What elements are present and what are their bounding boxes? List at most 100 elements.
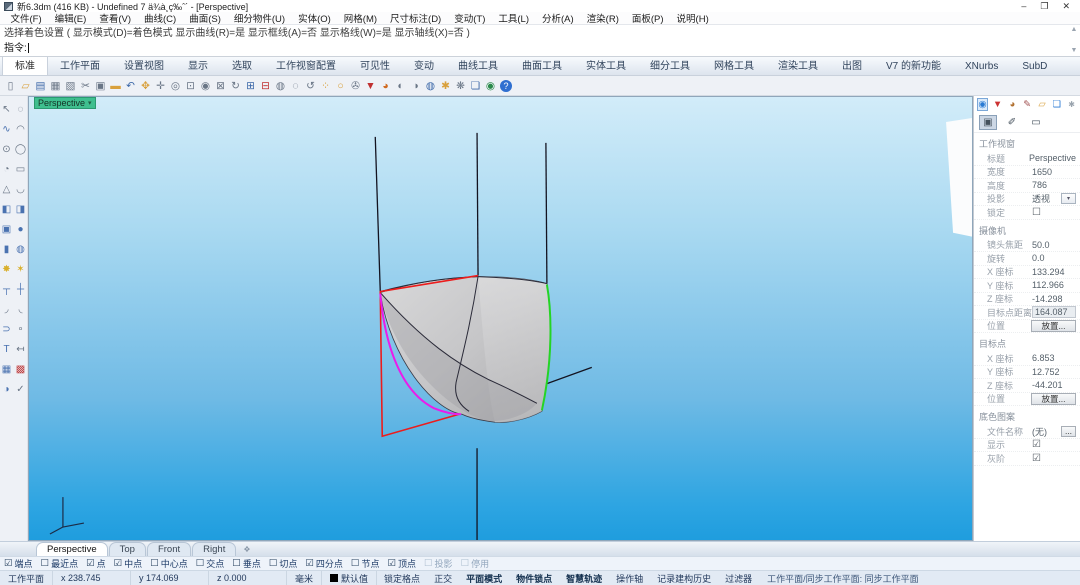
toggle-ortho[interactable]: 正交: [427, 572, 459, 585]
viewport-tab-menu-icon[interactable]: ❖: [243, 545, 250, 554]
target-place-button[interactable]: 放置...: [1031, 393, 1076, 405]
frame-subtab-icon[interactable]: ▭: [1027, 115, 1045, 130]
osnap-perp-checkbox[interactable]: ☐: [232, 558, 241, 569]
display-link-subtab-icon[interactable]: ✐: [1003, 115, 1021, 130]
undo-icon[interactable]: ↶: [123, 78, 138, 94]
check-tool-icon[interactable]: ✓: [15, 383, 27, 396]
array-tool-icon[interactable]: ▦: [1, 363, 13, 376]
arc-tool-icon[interactable]: ◔: [1, 163, 13, 176]
osnap-point-checkbox[interactable]: ☑: [86, 558, 95, 569]
material-tab-icon[interactable]: ◕: [1007, 98, 1018, 111]
projection-dropdown[interactable]: ▾: [1061, 193, 1076, 204]
viewport-tab-perspective[interactable]: Perspective: [36, 542, 108, 556]
loft-tool-icon[interactable]: ◨: [15, 203, 27, 216]
move-icon[interactable]: ✛: [153, 78, 168, 94]
osnap-vertex[interactable]: ☑顶点: [387, 557, 416, 570]
gear-icon[interactable]: ❋: [453, 78, 468, 94]
tab-subd-tools[interactable]: 细分工具: [638, 55, 702, 75]
osnap-project-checkbox[interactable]: ☐: [424, 558, 433, 569]
perspective-viewport[interactable]: Perspective ▾: [28, 96, 973, 541]
select-tool-icon[interactable]: ↖: [1, 103, 13, 116]
box-tool-icon[interactable]: ▣: [1, 223, 13, 236]
toggle-filter[interactable]: 过滤器: [718, 572, 759, 585]
menu-render[interactable]: 渲染(R): [580, 11, 625, 25]
wallpaper-gray-checkbox[interactable]: ☑: [1032, 453, 1041, 464]
osnap-mid-checkbox[interactable]: ☑: [114, 558, 123, 569]
new-file-icon[interactable]: ▯: [3, 78, 18, 94]
menu-subd[interactable]: 细分物件(U): [227, 11, 291, 25]
curve-tools-icon[interactable]: ◠: [15, 123, 27, 136]
rotate-view-icon[interactable]: ↻: [228, 78, 243, 94]
help-icon[interactable]: ?: [500, 80, 512, 92]
control-points-icon[interactable]: ⁘: [318, 78, 333, 94]
export-icon[interactable]: ▧: [63, 78, 78, 94]
osnap-tan-checkbox[interactable]: ☐: [269, 558, 278, 569]
blend-tool-icon[interactable]: ◟: [15, 303, 27, 316]
tab-mesh-tools[interactable]: 网格工具: [702, 55, 766, 75]
lamp-icon[interactable]: ○: [333, 78, 348, 94]
osnap-int[interactable]: ☐交点: [196, 557, 225, 570]
scroll-up-icon[interactable]: ▲: [1069, 26, 1079, 33]
menu-dimension[interactable]: 尺寸标注(D): [384, 11, 448, 25]
viewport-title-dropdown-icon[interactable]: ▾: [88, 98, 92, 109]
viewport-tab-top[interactable]: Top: [109, 542, 146, 556]
camera-subtab-icon[interactable]: ▣: [979, 115, 997, 130]
toggle-smarttrack[interactable]: 智慧轨迹: [559, 572, 609, 585]
menu-curve[interactable]: 曲线(C): [137, 11, 182, 25]
close-button[interactable]: ✕: [1062, 1, 1070, 12]
pan-icon[interactable]: ✥: [138, 78, 153, 94]
explode-tool-icon[interactable]: ✶: [15, 263, 27, 276]
rectangle-tool-icon[interactable]: ▭: [15, 163, 27, 176]
toggle-osnap[interactable]: 物件锁点: [509, 572, 559, 585]
tab-curve-tools[interactable]: 曲线工具: [446, 55, 510, 75]
menu-transform[interactable]: 变动(T): [448, 11, 492, 25]
cylinder-tool-icon[interactable]: ▮: [1, 243, 13, 256]
menu-mesh[interactable]: 网格(M): [337, 11, 383, 25]
toggle-history[interactable]: 记录建构历史: [650, 572, 718, 585]
layer-button[interactable]: 默认值: [322, 571, 377, 585]
named-views-icon[interactable]: ⊟: [258, 78, 273, 94]
zoom-icon[interactable]: ◎: [168, 78, 183, 94]
minimize-button[interactable]: –: [1021, 1, 1026, 12]
osnap-perp[interactable]: ☐垂点: [232, 557, 261, 570]
units-button[interactable]: 毫米: [287, 571, 322, 585]
tab-visibility[interactable]: 可见性: [348, 55, 402, 75]
zoom-window-icon[interactable]: ⊡: [183, 78, 198, 94]
curve-tool-icon[interactable]: ∿: [1, 123, 13, 136]
viewport-tab-front[interactable]: Front: [147, 542, 191, 556]
tab-xnurbs[interactable]: XNurbs: [953, 59, 1010, 75]
menu-surface[interactable]: 曲面(S): [183, 11, 228, 25]
show-objects-icon[interactable]: ◍: [273, 78, 288, 94]
target-distance-input[interactable]: 164.087: [1032, 306, 1076, 318]
tab-cplane[interactable]: 工作平面: [48, 55, 112, 75]
shaded-mode-icon[interactable]: ▼: [363, 78, 378, 94]
tab-transform[interactable]: 变动: [402, 55, 446, 75]
tab-set-view[interactable]: 设置视图: [112, 55, 176, 75]
text-tool-icon[interactable]: T: [1, 343, 13, 356]
osnap-quad[interactable]: ☑四分点: [305, 557, 343, 570]
earth-icon[interactable]: ◉: [483, 78, 498, 94]
solid-tools-icon[interactable]: ◍: [15, 243, 27, 256]
osnap-quad-checkbox[interactable]: ☑: [305, 558, 314, 569]
trim-tool-icon[interactable]: ┬: [1, 283, 13, 296]
group-tool-icon[interactable]: ∘: [15, 323, 27, 336]
sphere-tool-icon[interactable]: ●: [15, 223, 27, 236]
tab-select[interactable]: 选取: [220, 55, 264, 75]
toggle-grid-snap[interactable]: 锁定格点: [377, 572, 427, 585]
osnap-disable[interactable]: ☐停用: [461, 557, 490, 570]
freeform-tool-icon[interactable]: ◡: [15, 183, 27, 196]
menu-edit[interactable]: 编辑(E): [48, 11, 93, 25]
wallpaper-browse-button[interactable]: ...: [1061, 426, 1076, 438]
render-preview-icon[interactable]: ◐: [393, 78, 408, 94]
restore-button[interactable]: ❐: [1040, 1, 1048, 12]
tab-drafting[interactable]: 出图: [830, 55, 874, 75]
brush-tab-icon[interactable]: ✎: [1022, 98, 1033, 111]
menu-file[interactable]: 文件(F): [4, 11, 48, 25]
osnap-knot[interactable]: ☐节点: [351, 557, 380, 570]
command-prompt-line[interactable]: 指令:: [4, 41, 1076, 56]
osnap-end[interactable]: ☑端点: [4, 557, 33, 570]
split-tool-icon[interactable]: ┼: [15, 283, 27, 296]
cplane-button[interactable]: 工作平面: [0, 571, 53, 585]
osnap-project[interactable]: ☐投影: [424, 557, 453, 570]
open-file-icon[interactable]: ▱: [18, 78, 33, 94]
